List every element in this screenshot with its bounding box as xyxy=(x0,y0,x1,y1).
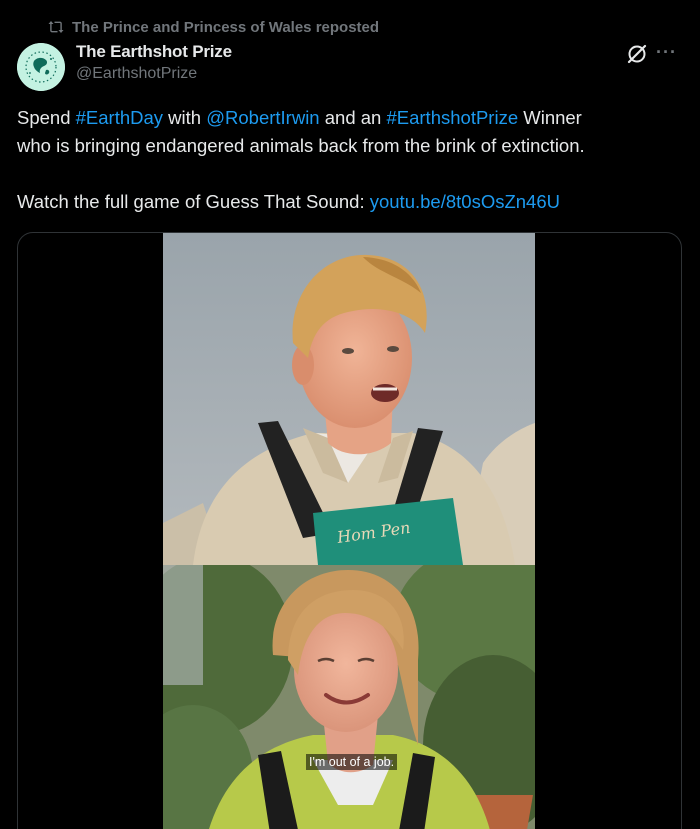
hashtag-earthshotprize[interactable]: #EarthshotPrize xyxy=(386,107,518,128)
hashtag-earthday[interactable]: #EarthDay xyxy=(76,107,163,128)
author-handle[interactable]: @EarthshotPrize xyxy=(76,63,232,85)
video-subtitle: I'm out of a job. xyxy=(306,754,398,770)
repost-header[interactable]: The Prince and Princess of Wales reposte… xyxy=(48,16,379,38)
video-frame-bottom xyxy=(163,565,535,829)
video-frame-top: Hom Pen xyxy=(163,233,535,565)
tweet-text: Spend #EarthDay with @RobertIrwin and an… xyxy=(17,104,687,216)
text-segment: and an xyxy=(319,107,387,128)
author-info[interactable]: The Earthshot Prize @EarthshotPrize xyxy=(76,41,232,85)
text-segment: Watch the full game of Guess That Sound: xyxy=(17,191,370,212)
tweet-line-1: Spend #EarthDay with @RobertIrwin and an… xyxy=(17,104,687,132)
text-segment: Winner xyxy=(518,107,582,128)
mention-robertirwin[interactable]: @RobertIrwin xyxy=(206,107,319,128)
repost-text: The Prince and Princess of Wales reposte… xyxy=(72,18,380,36)
earth-globe-icon xyxy=(17,43,65,91)
media-card[interactable]: Hom Pen I'm out of a job. xyxy=(17,232,682,829)
text-segment: Spend xyxy=(17,107,76,128)
author-name[interactable]: The Earthshot Prize xyxy=(76,41,232,63)
repost-icon xyxy=(48,20,64,34)
tweet-line-2: who is bringing endangered animals back … xyxy=(17,135,585,156)
author-avatar[interactable] xyxy=(17,43,65,91)
grok-icon[interactable] xyxy=(626,43,648,65)
youtube-link[interactable]: youtu.be/8t0sOsZn46U xyxy=(370,191,560,212)
video-player[interactable]: Hom Pen I'm out of a job. xyxy=(163,233,535,829)
more-options-icon[interactable]: ··· xyxy=(656,41,677,63)
text-segment: with xyxy=(163,107,207,128)
tweet-line-3: Watch the full game of Guess That Sound:… xyxy=(17,188,687,216)
